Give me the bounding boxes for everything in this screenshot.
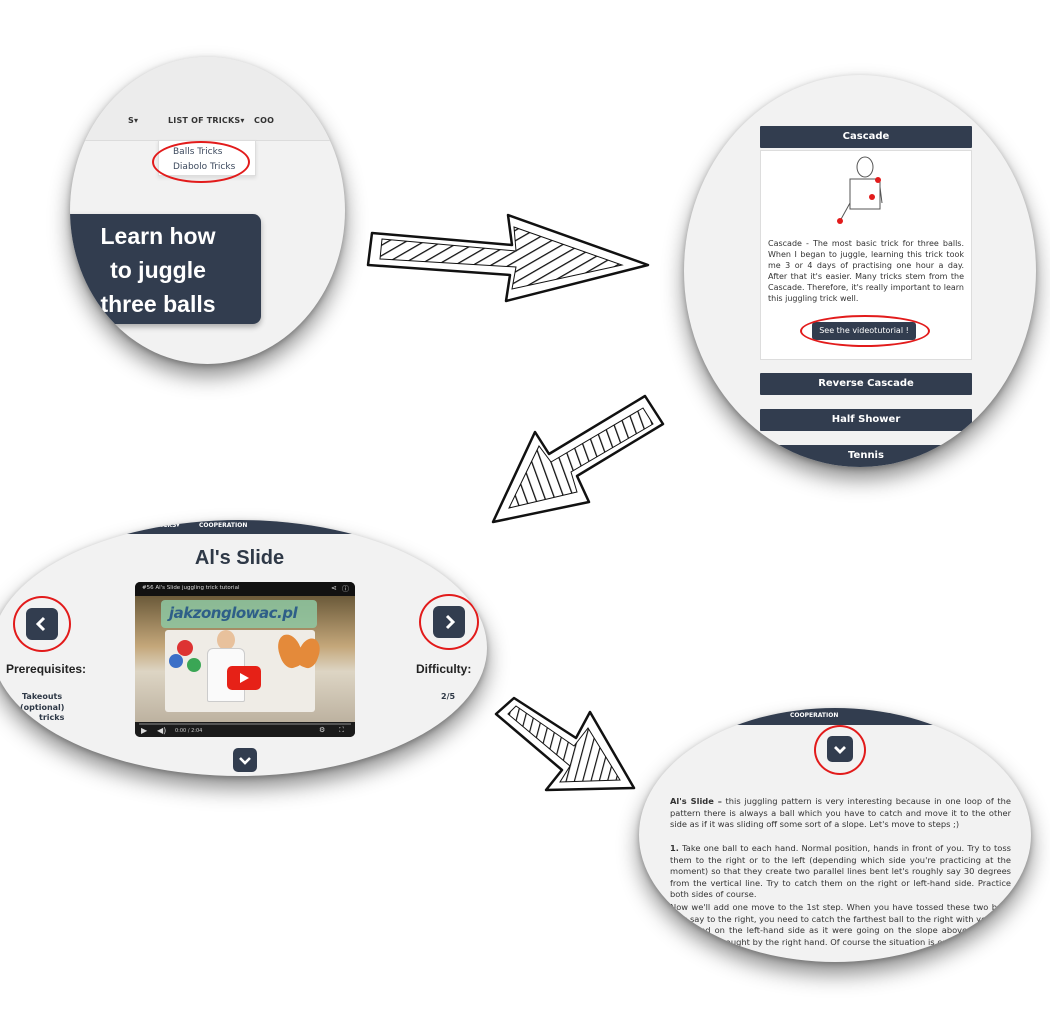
prerequisite-item[interactable]: Takeouts <box>22 692 62 701</box>
fullscreen-icon[interactable]: ⛶ <box>339 726 344 735</box>
hero-line-3: three balls <box>100 291 216 317</box>
arrow-down-right-sketch <box>494 696 636 792</box>
step-number: 1. <box>670 843 679 853</box>
trick-intro-paragraph: Al's Slide – this juggling pattern is ve… <box>670 796 1011 831</box>
video-player[interactable]: #56 Al's Slide juggling trick tutorial ⋖… <box>135 582 355 737</box>
hero-line-2: to juggle <box>110 257 206 283</box>
video-banner-text: jakzonglowac.pl <box>169 604 298 622</box>
nav-item-partial[interactable]: S▾ <box>128 116 138 125</box>
nav-item-tricks-partial[interactable]: TRICKS▾ <box>152 522 179 529</box>
settings-icon[interactable]: ⚙ <box>319 726 325 734</box>
video-time: 0:00 / 2:04 <box>175 728 203 734</box>
volume-icon[interactable]: ◀) <box>157 726 166 735</box>
trick-header-half-shower[interactable]: Half Shower <box>760 409 972 431</box>
site-navbar <box>70 57 345 141</box>
trick-description: Cascade - The most basic trick for three… <box>768 239 964 303</box>
prerequisites-label: Prerequisites: <box>6 662 87 676</box>
video-title: #56 Al's Slide juggling trick tutorial <box>142 585 240 591</box>
page-title: Al's Slide <box>194 547 285 569</box>
trick-intro-text: this juggling pattern is very interestin… <box>670 796 1011 829</box>
juggler-figure-icon <box>837 156 883 224</box>
nav-item-cooperation[interactable]: COOPERATION <box>199 522 247 529</box>
arrow-right-sketch <box>366 213 650 303</box>
difficulty-value: 2/5 <box>441 692 456 701</box>
nav-item-cooperation[interactable]: COOPERATION <box>790 712 838 719</box>
share-icon[interactable]: ⋖ <box>331 584 337 592</box>
trick-name-bold: Al's Slide – <box>670 796 722 806</box>
prerequisite-note: (optional) <box>20 703 65 712</box>
trick-list-bubble: Cascade Cascade - The most basic trick f… <box>684 75 1036 467</box>
info-icon[interactable]: ⓘ <box>342 584 349 594</box>
step-2-paragraph: Now we'll add one move to the 1st step. … <box>670 902 1011 958</box>
highlight-ring <box>814 725 866 775</box>
highlight-ring <box>13 596 71 652</box>
trick-header-reverse-cascade[interactable]: Reverse Cascade <box>760 373 972 395</box>
menu-step-bubble: S▾ LIST OF TRICKS▾ COO Balls Tricks Diab… <box>70 57 345 364</box>
nav-item-list-of-tricks[interactable]: LIST OF TRICKS▾ <box>168 116 245 125</box>
hero-line-1: Learn how <box>100 223 216 249</box>
difficulty-label: Difficulty: <box>416 662 472 676</box>
chevron-down-icon <box>239 757 251 765</box>
step-1-text: Take one ball to each hand. Normal posit… <box>670 843 1011 899</box>
trick-header-tennis[interactable]: Tennis <box>760 445 972 467</box>
juggling-ball <box>177 640 193 656</box>
video-play-button[interactable] <box>227 666 261 690</box>
trick-description-bubble: COOPERATION Al's Slide – this juggling p… <box>639 708 1031 962</box>
scroll-down-button[interactable] <box>233 748 257 772</box>
arrow-down-left-sketch <box>491 394 665 524</box>
step-1-paragraph: 1. Take one ball to each hand. Normal po… <box>670 843 1011 901</box>
nav-item-cooperation-partial[interactable]: COO <box>254 116 274 125</box>
juggling-ball <box>187 658 201 672</box>
juggling-ball <box>169 654 183 668</box>
video-progress[interactable] <box>139 723 351 725</box>
prerequisite-item[interactable]: tricks <box>39 713 64 722</box>
trick-page-bubble: TRICKS▾ COOPERATION Al's Slide #56 Al's … <box>0 520 487 776</box>
highlight-ring <box>419 594 479 650</box>
play-icon <box>240 673 249 683</box>
trick-header-cascade[interactable]: Cascade <box>760 126 972 148</box>
hero-banner[interactable]: Learn how to juggle three balls <box>70 214 261 324</box>
highlight-ring <box>152 141 250 183</box>
play-control-icon[interactable]: ▶ <box>141 726 147 735</box>
person-head <box>217 630 235 650</box>
highlight-ring <box>800 315 930 347</box>
